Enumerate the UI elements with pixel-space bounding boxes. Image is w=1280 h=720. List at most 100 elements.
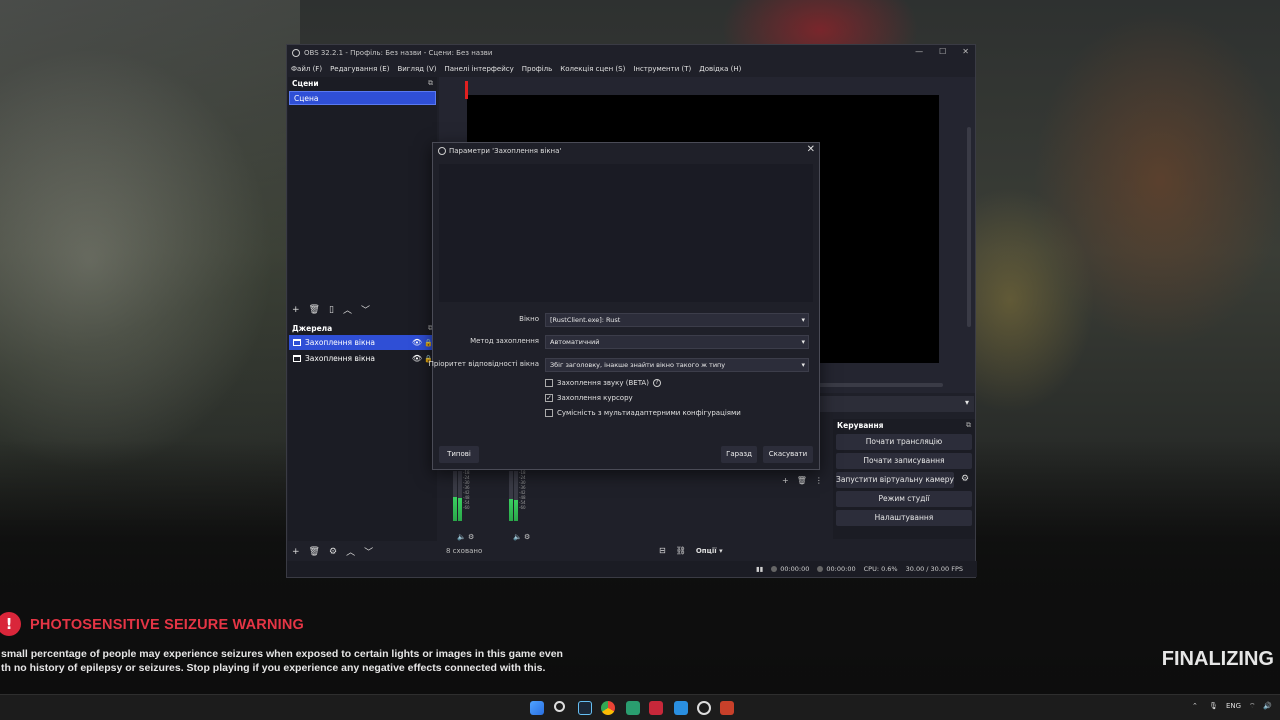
- link-icon[interactable]: ⛓: [676, 546, 686, 555]
- dock-float-icon[interactable]: ⧉: [428, 79, 433, 88]
- dock-float-icon[interactable]: ⧉: [966, 421, 971, 430]
- warning-text-line-2: th no history of epilepsy or seizures. S…: [1, 662, 546, 674]
- chevron-down-icon[interactable]: ﹀: [364, 545, 373, 558]
- multi-adapter-checkbox[interactable]: Сумісність з мультиадаптерними конфігура…: [545, 409, 741, 417]
- menu-help[interactable]: Довідка (H): [699, 65, 741, 73]
- scenes-toolbar: + 🗑 ▯ ︿ ﹀: [292, 303, 370, 317]
- app-blue-icon[interactable]: [674, 701, 688, 715]
- checkbox-unchecked[interactable]: [545, 409, 553, 417]
- source-item[interactable]: Захоплення вікна 👁 🔒: [289, 351, 436, 366]
- menu-docks[interactable]: Панелі інтерфейсу: [444, 65, 513, 73]
- window-select[interactable]: [RustClient.exe]: Rust ▾: [545, 313, 809, 327]
- app-icon[interactable]: [626, 701, 640, 715]
- cpu-usage: CPU: 0.6%: [863, 565, 898, 573]
- scenes-title: Сцени: [292, 78, 319, 88]
- wifi-icon[interactable]: ⌔: [1249, 702, 1256, 711]
- meter-level: [458, 498, 462, 521]
- filter-icon[interactable]: ▯: [329, 305, 334, 315]
- eye-icon[interactable]: 👁: [412, 354, 422, 363]
- volume-meter: -12-18-24 -30-36-42 -48-54-60: [509, 465, 529, 529]
- app-red-icon[interactable]: [649, 701, 663, 715]
- menu-scene-collection[interactable]: Колекція сцен (S): [560, 65, 625, 73]
- chevron-up-icon[interactable]: ⌃: [1192, 702, 1198, 710]
- volume-icon[interactable]: 🔊: [1263, 702, 1272, 710]
- add-icon[interactable]: +: [292, 547, 300, 557]
- minimize-icon[interactable]: —: [915, 47, 923, 56]
- checkbox-unchecked[interactable]: [545, 379, 553, 387]
- trash-icon[interactable]: 🗑: [797, 476, 807, 485]
- ok-button[interactable]: Гаразд: [721, 446, 757, 463]
- chevron-up-icon[interactable]: ︿: [343, 303, 352, 316]
- source-item[interactable]: Захоплення вікна 👁 🔒: [289, 335, 436, 350]
- audio-mixer: -12-18-24 -30-36-42 -48-54-60 -12-18-24 …: [439, 465, 729, 541]
- scene-item[interactable]: Сцена: [289, 91, 436, 105]
- checkbox-checked[interactable]: ✓: [545, 394, 553, 402]
- menu-edit[interactable]: Редагування (E): [330, 65, 389, 73]
- gear-icon[interactable]: ⚙: [958, 474, 972, 488]
- stream-status-icon: [771, 566, 778, 572]
- warning-text-line-1: small percentage of people may experienc…: [1, 648, 563, 660]
- capture-audio-checkbox[interactable]: Захоплення звуку (BETA) ?: [545, 379, 661, 387]
- windows-start-icon[interactable]: [530, 701, 544, 715]
- scenes-header: Сцени ⧉: [288, 77, 437, 89]
- trash-icon[interactable]: 🗑: [309, 547, 320, 557]
- obs-icon[interactable]: [697, 701, 711, 715]
- steam-icon[interactable]: [578, 701, 592, 715]
- start-stream-button[interactable]: Почати трансляцію: [836, 434, 972, 450]
- menu-tools[interactable]: Інструменти (T): [633, 65, 691, 73]
- menu-profile[interactable]: Профіль: [522, 65, 553, 73]
- taskbar: ⌃ 🎙 ENG ⌔ 🔊: [0, 694, 1280, 720]
- chrome-icon[interactable]: [601, 701, 615, 715]
- menu-file[interactable]: Файл (F): [291, 65, 322, 73]
- defaults-button[interactable]: Типові: [439, 446, 479, 463]
- settings-icon[interactable]: ⚙: [468, 533, 474, 541]
- vertical-scrollbar[interactable]: [967, 127, 971, 327]
- network-icon: ▮▮: [756, 565, 764, 573]
- meter-level: [453, 497, 457, 521]
- obs-titlebar: OBS 32.2.1 - Профіль: Без назви - Сцени:…: [287, 45, 975, 61]
- controls-title: Керування: [837, 420, 884, 430]
- options-button[interactable]: Опції ▾: [696, 547, 723, 555]
- source-transform-marker[interactable]: [465, 81, 468, 99]
- controls-header: Керування ⧉: [833, 419, 975, 431]
- chevron-up-icon[interactable]: ︿: [346, 545, 355, 558]
- trash-icon[interactable]: 🗑: [309, 305, 320, 315]
- menu-view[interactable]: Вигляд (V): [397, 65, 436, 73]
- capture-cursor-checkbox[interactable]: ✓ Захоплення курсору: [545, 394, 633, 402]
- cancel-button[interactable]: Скасувати: [763, 446, 813, 463]
- microphone-icon[interactable]: 🎙: [1209, 702, 1218, 710]
- chevron-down-icon: ▾: [964, 398, 969, 407]
- mixer-channel-icons: 🔈 ⚙: [457, 533, 474, 541]
- studio-mode-button[interactable]: Режим студії: [836, 491, 972, 507]
- stream-time: 00:00:00: [771, 565, 809, 573]
- start-record-button[interactable]: Почати записування: [836, 453, 972, 469]
- add-icon[interactable]: +: [782, 476, 789, 485]
- virtual-cam-button[interactable]: Запустити віртуальну камеру: [836, 472, 954, 488]
- record-status-icon: [817, 566, 824, 572]
- close-icon[interactable]: ✕: [807, 144, 815, 155]
- rust-icon[interactable]: [720, 701, 734, 715]
- eye-icon[interactable]: 👁: [412, 338, 422, 347]
- language-indicator[interactable]: ENG: [1226, 702, 1241, 710]
- help-icon[interactable]: ?: [652, 379, 661, 387]
- dialog-title: Параметри 'Захоплення вікна': [449, 146, 562, 155]
- search-icon[interactable]: [554, 701, 565, 712]
- more-icon[interactable]: ⋮: [815, 476, 823, 485]
- window-capture-icon: [293, 339, 301, 346]
- chevron-down-icon[interactable]: ﹀: [361, 303, 370, 316]
- close-icon[interactable]: ✕: [962, 47, 969, 56]
- maximize-icon[interactable]: ☐: [939, 47, 946, 56]
- method-select[interactable]: Автоматичний ▾: [545, 335, 809, 349]
- settings-button[interactable]: Налаштування: [836, 510, 972, 526]
- add-icon[interactable]: +: [292, 305, 300, 315]
- finalizing-status: FINALIZING: [1161, 648, 1274, 670]
- speaker-icon[interactable]: 🔈: [457, 533, 466, 541]
- dialog-preview: [439, 164, 813, 302]
- layout-icon[interactable]: ⊟: [659, 546, 666, 555]
- gear-icon[interactable]: ⚙: [329, 547, 337, 557]
- speaker-icon[interactable]: 🔈: [513, 533, 522, 541]
- settings-icon[interactable]: ⚙: [524, 533, 530, 541]
- priority-select[interactable]: Збіг заголовку, інакше знайти вікно тако…: [545, 358, 809, 372]
- scene-transition-select[interactable]: ▾: [820, 396, 974, 412]
- meter-level: [509, 499, 513, 521]
